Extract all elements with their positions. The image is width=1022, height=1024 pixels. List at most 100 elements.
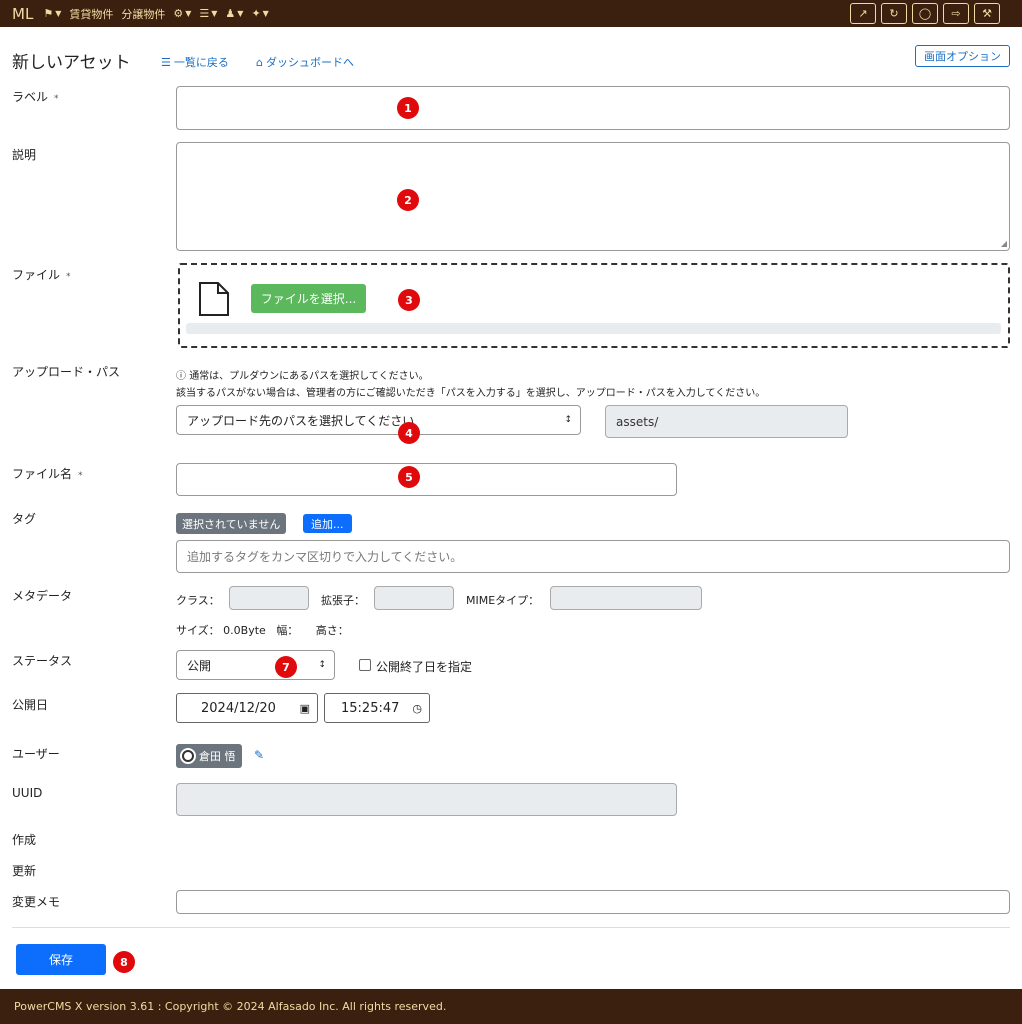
user-menu[interactable]: ♟ ▼: [225, 7, 243, 20]
plugin-menu[interactable]: ✦ ▼: [251, 7, 268, 20]
extension-field: [374, 586, 454, 610]
marker-7: 7: [275, 656, 297, 678]
mime-field: [550, 586, 702, 610]
change-note-input[interactable]: [176, 890, 1010, 914]
size-label: サイズ：: [176, 624, 220, 637]
publish-date-input[interactable]: 2024/12/20 ▣: [176, 693, 318, 723]
publish-time-value: 15:25:47: [341, 700, 400, 716]
user-label: ユーザー: [12, 747, 60, 761]
marker-4: 4: [398, 422, 420, 444]
marker-8: 8: [113, 951, 135, 973]
toolbar-right: ↗ ↻ ◯ ⇨ ⚒: [850, 3, 1000, 24]
modified-label: 更新: [12, 864, 37, 878]
bookmark-menu[interactable]: ⚑ ▼: [43, 7, 61, 20]
label-input[interactable]: [176, 86, 1010, 130]
dashboard-label: ダッシュボードへ: [265, 56, 354, 69]
chevron-down-icon: ▼: [211, 9, 218, 18]
tags-add-button[interactable]: 追加...: [303, 514, 352, 533]
edit-icon[interactable]: ✎: [254, 748, 264, 762]
description-textarea[interactable]: ◢: [176, 142, 1010, 251]
footer: PowerCMS X version 3.61 : Copyright © 20…: [0, 989, 1022, 1024]
height-label: 高さ：: [315, 624, 349, 637]
external-link-icon: ↗: [858, 7, 868, 20]
resize-handle-icon[interactable]: ◢: [1001, 239, 1007, 248]
end-date-checkbox[interactable]: [359, 659, 371, 671]
status-select[interactable]: 公開 ↕: [176, 650, 335, 680]
description-label: 説明: [12, 148, 37, 162]
plug-icon: ✦: [251, 7, 261, 20]
width-label: 幅：: [276, 624, 299, 637]
tags-none-badge: 選択されていません: [176, 513, 287, 534]
upload-path-help-2: 該当するパスがない場合は、管理者の方にご確認いただき「パスを入力する」を選択し、…: [176, 388, 766, 399]
external-link-button[interactable]: ↗: [850, 3, 876, 24]
file-icon: [199, 282, 229, 316]
calendar-icon[interactable]: ▣: [300, 702, 310, 715]
avatar: [180, 748, 196, 764]
select-arrows-icon: ↕: [318, 660, 326, 670]
gear-icon: ⚙: [173, 7, 184, 20]
class-field: [229, 586, 309, 610]
database-menu[interactable]: ☰ ▼: [199, 7, 217, 20]
dashboard-link[interactable]: ⌂ ダッシュボードへ: [256, 54, 354, 70]
clock-icon[interactable]: ◷: [412, 702, 422, 715]
settings-menu[interactable]: ⚙ ▼: [173, 7, 191, 20]
brand-logo[interactable]: ML: [12, 5, 33, 23]
publish-date-value: 2024/12/20: [201, 700, 276, 716]
mime-label: MIMEタイプ：: [466, 594, 540, 607]
marker-3: 3: [398, 289, 420, 311]
help-text-1: 通常は、プルダウンにあるパスを選択してください。: [189, 371, 429, 382]
end-date-label[interactable]: 公開終了日を指定: [376, 658, 472, 675]
database-icon: ☰: [199, 7, 210, 20]
user-badge: 倉田 悟: [176, 744, 242, 768]
sign-out-button[interactable]: ⇨: [943, 3, 969, 24]
divider: [12, 927, 1010, 928]
metadata-label: メタデータ: [12, 589, 73, 603]
refresh-icon: ↻: [889, 7, 899, 20]
status-select-value: 公開: [187, 658, 212, 673]
change-note-label: 変更メモ: [12, 895, 61, 909]
file-label-text: ファイル: [12, 268, 61, 282]
uuid-label: UUID: [12, 786, 43, 800]
menu-rental[interactable]: 賃貸物件: [69, 6, 113, 22]
refresh-button[interactable]: ↻: [881, 3, 907, 24]
upload-path-input[interactable]: assets/: [605, 405, 848, 438]
size-value: 0.0Byte: [223, 624, 266, 637]
status-label: ステータス: [12, 654, 73, 668]
profile-button[interactable]: ◯: [912, 3, 938, 24]
extension-label: 拡張子：: [321, 594, 365, 607]
filename-input[interactable]: [176, 463, 677, 496]
upload-progress-bar: [186, 323, 1001, 334]
user-plus-icon: ♟: [225, 7, 236, 20]
upload-path-select[interactable]: アップロード先のパスを選択してください ↕: [176, 405, 581, 435]
top-navbar: ML ⚑ ▼ 賃貸物件 分譲物件 ⚙ ▼ ☰ ▼ ♟ ▼ ✦ ▼ ↗ ↻ ◯ ⇨ ⚒: [0, 0, 1022, 27]
page-title: 新しいアセット: [12, 53, 131, 73]
save-button[interactable]: 保存: [16, 944, 106, 975]
user-circle-icon: ◯: [918, 7, 932, 20]
chevron-down-icon: ▼: [55, 9, 62, 18]
class-label: クラス：: [176, 594, 220, 607]
chevron-down-icon: ▼: [262, 9, 269, 18]
label-field-text: ラベル: [12, 90, 49, 104]
upload-path-help-1: ⓘ 通常は、プルダウンにあるパスを選択してください。: [176, 367, 429, 382]
select-arrows-icon: ↕: [564, 415, 572, 425]
file-label: ファイル *: [12, 266, 71, 283]
tags-input[interactable]: 追加するタグをカンマ区切りで入力してください。: [176, 540, 1010, 573]
required-mark: *: [54, 94, 59, 104]
uuid-field: [176, 783, 677, 816]
marker-1: 1: [397, 97, 419, 119]
back-to-list-link[interactable]: ☰ 一覧に戻る: [161, 54, 229, 70]
publish-date-label: 公開日: [12, 698, 49, 712]
upload-path-select-value: アップロード先のパスを選択してください: [187, 413, 415, 428]
filename-label: ファイル名 *: [12, 465, 83, 482]
marker-5: 5: [398, 466, 420, 488]
label-field-label: ラベル *: [12, 88, 59, 105]
back-to-list-label: 一覧に戻る: [173, 56, 229, 69]
user-name: 倉田 悟: [199, 750, 236, 763]
filename-label-text: ファイル名: [12, 467, 73, 481]
choose-file-button[interactable]: ファイルを選択...: [251, 284, 366, 313]
required-mark: *: [78, 471, 83, 481]
publish-time-input[interactable]: 15:25:47 ◷: [324, 693, 430, 723]
menu-condo[interactable]: 分譲物件: [121, 6, 165, 22]
wrench-button[interactable]: ⚒: [974, 3, 1000, 24]
screen-options-button[interactable]: 画面オプション: [915, 45, 1010, 67]
